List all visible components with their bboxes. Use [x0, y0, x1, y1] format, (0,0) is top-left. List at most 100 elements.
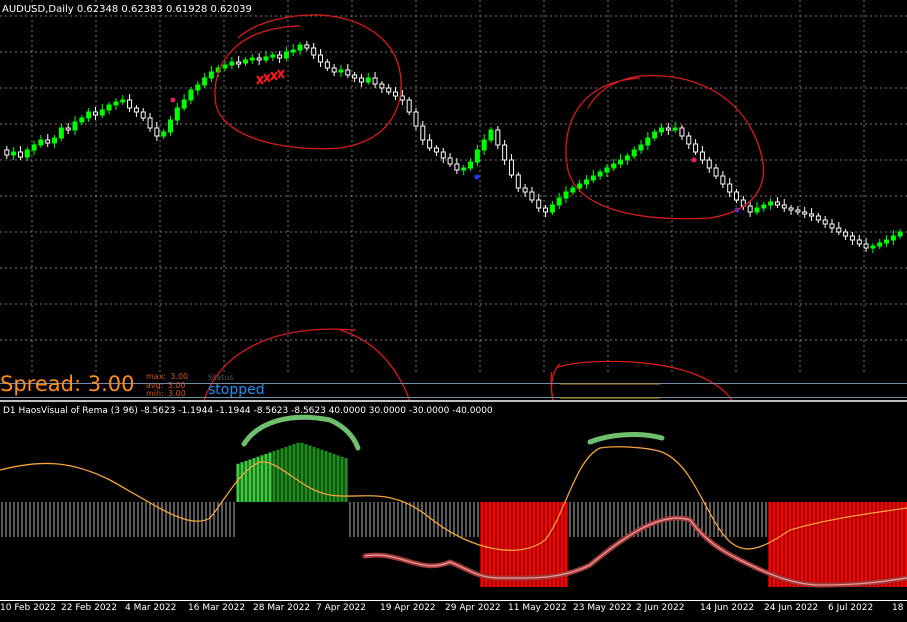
- candle-body: [727, 183, 733, 193]
- candle-body: [174, 107, 180, 121]
- price-chart[interactable]: [0, 0, 907, 400]
- candle-body: [781, 204, 787, 209]
- candle-body: [474, 149, 480, 163]
- candle-body: [638, 144, 644, 151]
- candle-body: [79, 117, 85, 123]
- candle-body: [481, 139, 487, 151]
- candle-body: [624, 155, 630, 161]
- candle-body: [17, 151, 23, 158]
- candle-body: [140, 111, 146, 119]
- candle-body: [154, 127, 160, 137]
- candle-body: [181, 99, 187, 109]
- candle-body: [631, 149, 637, 157]
- candle-body: [693, 143, 699, 153]
- signal-dot-sell: [691, 157, 697, 163]
- candle-body: [386, 87, 392, 93]
- candle-body: [222, 64, 228, 69]
- candle-body: [529, 191, 535, 201]
- annotation-scribble: [256, 69, 285, 85]
- candle-body: [618, 159, 624, 165]
- candle-body: [611, 163, 617, 169]
- candle-body: [311, 47, 317, 56]
- candlesticks: [4, 41, 903, 253]
- candle-body: [202, 77, 208, 86]
- date-label: 2 Jun 2022: [636, 603, 685, 613]
- candle-body: [809, 213, 815, 217]
- date-label: 29 Apr 2022: [445, 603, 501, 613]
- candle-body: [454, 163, 460, 171]
- candle-body: [836, 227, 842, 233]
- candle-body: [270, 54, 276, 58]
- spread-stat-min: min: 3.00: [146, 389, 188, 399]
- spread-label: Spread: 3.00: [0, 372, 135, 396]
- candle-body: [658, 127, 664, 133]
- date-label: 6 Jul 2022: [828, 603, 874, 613]
- candle-body: [86, 111, 92, 119]
- candle-body: [290, 49, 296, 53]
- candle-body: [338, 69, 344, 73]
- candle-body: [447, 157, 453, 165]
- candle-body: [461, 167, 467, 171]
- candle-body: [815, 215, 821, 221]
- spread-stats: max: 3.00 avg: 3.00 min: 3.00: [146, 372, 188, 399]
- date-label: 28 Mar 2022: [253, 603, 311, 613]
- candle-body: [406, 99, 412, 113]
- candle-body: [256, 57, 262, 61]
- candle-body: [774, 201, 780, 206]
- candle-body: [11, 151, 17, 156]
- candle-body: [324, 61, 330, 69]
- candle-body: [318, 54, 324, 63]
- status-value: stopped: [208, 382, 265, 398]
- candle-body: [754, 207, 760, 213]
- candle-body: [358, 77, 364, 83]
- candle-body: [515, 174, 521, 189]
- candle-body: [331, 67, 337, 73]
- candle-body: [856, 239, 862, 245]
- candle-body: [549, 204, 555, 213]
- stat-value: 3.00: [167, 389, 186, 398]
- date-label: 22 Feb 2022: [61, 603, 118, 613]
- candle-body: [597, 171, 603, 177]
- candle-body: [884, 239, 890, 244]
- candle-body: [788, 207, 794, 211]
- candle-body: [802, 211, 808, 215]
- candle-body: [706, 159, 712, 169]
- candle-body: [761, 204, 767, 209]
- indicator-window[interactable]: [0, 400, 907, 600]
- candle-body: [734, 191, 740, 201]
- candle-body: [768, 201, 774, 206]
- candle-body: [795, 209, 801, 213]
- candle-body: [58, 127, 64, 139]
- date-label: 7 Apr 2022: [316, 603, 366, 613]
- candle-body: [229, 61, 235, 66]
- candle-body: [877, 242, 883, 247]
- candle-body: [45, 139, 51, 144]
- candle-body: [556, 197, 562, 206]
- candle-body: [147, 117, 153, 129]
- candle-body: [720, 175, 726, 185]
- date-label: 11 May 2022: [508, 603, 567, 613]
- candle-body: [31, 144, 37, 151]
- price-grid: [0, 0, 907, 372]
- candle-body: [570, 187, 576, 193]
- candle-body: [508, 159, 514, 176]
- candle-body: [843, 231, 849, 237]
- signal-dot-buy: [474, 174, 480, 180]
- chart-window[interactable]: AUDUSD,Daily 0.62348 0.62383 0.61928 0.6…: [0, 0, 907, 622]
- candle-body: [427, 139, 433, 149]
- candle-body: [120, 99, 126, 103]
- date-label: 14 Jun 2022: [700, 603, 755, 613]
- candle-body: [543, 207, 549, 213]
- candle-body: [563, 191, 569, 199]
- candle-body: [583, 179, 589, 185]
- date-label: 18: [892, 603, 904, 613]
- candle-body: [890, 235, 896, 241]
- annotation-circles: [203, 14, 765, 400]
- candle-body: [113, 101, 119, 106]
- candle-body: [522, 187, 528, 193]
- candle-body: [433, 147, 439, 153]
- candle-body: [713, 167, 719, 177]
- stat-label: min:: [146, 389, 164, 398]
- date-label: 24 Jun 2022: [764, 603, 819, 613]
- candle-body: [468, 161, 474, 169]
